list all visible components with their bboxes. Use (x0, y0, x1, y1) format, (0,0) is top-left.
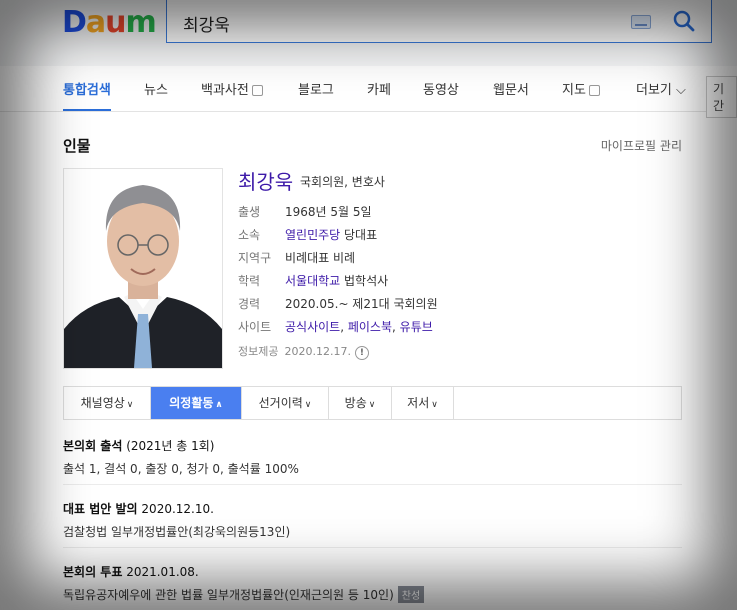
subtab-broadcast[interactable]: 방송 ∨ (329, 387, 392, 419)
subtab-label: 선거이력 (258, 396, 303, 410)
info-key: 출생 (238, 205, 261, 219)
tab-map[interactable]: 지도 (562, 79, 600, 98)
youtube-link[interactable]: 유튜브 (400, 320, 433, 334)
info-value: 공식사이트, 페이스북, 유튜브 (285, 320, 433, 334)
record-heading[interactable]: 대표 법안 발의 (63, 502, 138, 516)
record-heading[interactable]: 본의회 출석 (63, 439, 122, 453)
info-key: 지역구 (238, 251, 272, 265)
logo-letter: a (85, 5, 106, 40)
search-tabs: 통합검색 뉴스 백과사전 블로그 카페 동영상 웹문서 지도 더보기 ⌵ 기간 (0, 66, 737, 118)
chevron-down-icon: ⌵ (676, 83, 686, 98)
subtab-legislative[interactable]: 의정활동 ∧ (151, 387, 242, 419)
info-value: 서울대학교 법학석사 (285, 272, 388, 289)
tab-more[interactable]: 더보기 ⌵ (636, 79, 686, 98)
profile-subtabs: 채널영상 ∨ 의정활동 ∧ 선거이력 ∨ 방송 ∨ 저서 ∨ (63, 386, 682, 420)
tab-label: 더보기 (636, 83, 672, 98)
header: Daum 최강욱 (0, 0, 737, 66)
tab-all[interactable]: 통합검색 (63, 79, 111, 111)
info-key: 사이트 (238, 320, 272, 334)
person-photo[interactable] (63, 168, 223, 369)
profile-manage-link[interactable]: 마이프로필 관리 (601, 137, 682, 154)
record-meta: 2020.12.10. (137, 502, 214, 516)
chevron-up-icon: ∧ (215, 400, 223, 410)
tab-video[interactable]: 동영상 (423, 79, 459, 98)
search-icon[interactable] (671, 8, 697, 34)
record-attendance: 본의회 출석 (2021년 총 1회) 출석 1, 결석 0, 출장 0, 청가… (63, 437, 682, 477)
portrait-image (64, 169, 222, 368)
section-title: 인물 (63, 137, 91, 155)
chevron-down-icon: ∨ (304, 400, 312, 410)
record-vote: 본회의 투표 2021.01.08. 독립유공자예우에 관한 법률 일부개정법률… (63, 563, 682, 603)
record-meta: (2021년 총 1회) (122, 439, 215, 453)
chevron-down-icon: ∨ (126, 400, 134, 410)
info-key: 학력 (238, 274, 261, 288)
info-source-date: 2020.12.17. (284, 345, 351, 358)
person-name[interactable]: 최강욱 (238, 166, 293, 195)
record-meta: 2021.01.08. (122, 565, 199, 579)
official-site-link[interactable]: 공식사이트 (285, 320, 340, 334)
record-title: 본회의 투표 2021.01.08. (63, 563, 682, 580)
subtab-channel-video[interactable]: 채널영상 ∨ (64, 387, 151, 419)
subtab-label: 저서 (407, 396, 430, 410)
subtab-election[interactable]: 선거이력 ∨ (242, 387, 329, 419)
subtab-label: 의정활동 (169, 396, 214, 410)
period-filter[interactable]: 기간 (706, 76, 737, 118)
checkbox-icon (251, 85, 263, 96)
tab-cafe[interactable]: 카페 (367, 79, 391, 98)
tab-news[interactable]: 뉴스 (144, 79, 168, 98)
subtab-books[interactable]: 저서 ∨ (392, 387, 454, 419)
person-role: 국회의원, 변호사 (300, 175, 385, 189)
daum-logo[interactable]: Daum (62, 5, 157, 40)
record-heading[interactable]: 본회의 투표 (63, 565, 122, 579)
info-value: 비례대표 비례 (285, 251, 356, 265)
facebook-link[interactable]: 페이스북 (348, 320, 392, 334)
record-desc: 독립유공자예우에 관한 법률 일부개정법률안(인재근의원 등 10인) 찬성 (63, 586, 682, 603)
info-value: 2020.05.~ 제21대 국회의원 (285, 297, 438, 311)
record-title: 본의회 출석 (2021년 총 1회) (63, 437, 682, 454)
info-value-text: 당대표 (340, 228, 378, 242)
subtab-label: 방송 (344, 396, 367, 410)
info-source-label: 정보제공 (238, 345, 279, 358)
chevron-down-icon: ∨ (368, 400, 376, 410)
info-value-text: 법학석사 (340, 274, 389, 288)
tab-label: 백과사전 (201, 83, 249, 98)
info-key: 경력 (238, 297, 261, 311)
keyboard-icon[interactable] (631, 15, 651, 29)
record-title: 대표 법안 발의 2020.12.10. (63, 500, 682, 517)
divider (63, 547, 682, 548)
record-desc: 출석 1, 결석 0, 출장 0, 청가 0, 출석률 100% (63, 462, 299, 476)
info-value: 1968년 5월 5일 (285, 205, 372, 219)
logo-letter: D (62, 5, 87, 40)
vote-bill[interactable]: 독립유공자예우에 관한 법률 일부개정법률안(인재근의원 등 10인) (63, 588, 394, 602)
tab-encyclopedia[interactable]: 백과사전 (201, 79, 263, 98)
report-icon[interactable]: ! (354, 346, 369, 360)
info-value: 열린민주당 당대표 (285, 226, 377, 243)
record-desc[interactable]: 검찰청법 일부개정법률안(최강욱의원등13인) (63, 523, 682, 540)
party-link[interactable]: 열린민주당 (285, 228, 340, 242)
logo-letter: m (125, 5, 157, 40)
vote-badge: 찬성 (397, 586, 425, 603)
school-link[interactable]: 서울대학교 (285, 274, 340, 288)
logo-letter: u (105, 5, 126, 40)
record-bill: 대표 법안 발의 2020.12.10. 검찰청법 일부개정법률안(최강욱의원등… (63, 500, 682, 540)
info-key: 소속 (238, 228, 261, 242)
tab-web[interactable]: 웹문서 (493, 79, 529, 98)
subtab-label: 채널영상 (80, 396, 125, 410)
checkbox-icon (588, 85, 600, 96)
divider (63, 484, 682, 485)
search-input[interactable]: 최강욱 (183, 11, 230, 36)
info-source: 정보제공 2020.12.17.! (238, 343, 369, 360)
chevron-down-icon: ∨ (431, 400, 438, 410)
search-box[interactable]: 최강욱 (166, 0, 712, 43)
tab-blog[interactable]: 블로그 (298, 79, 334, 98)
tab-label: 지도 (562, 83, 586, 98)
